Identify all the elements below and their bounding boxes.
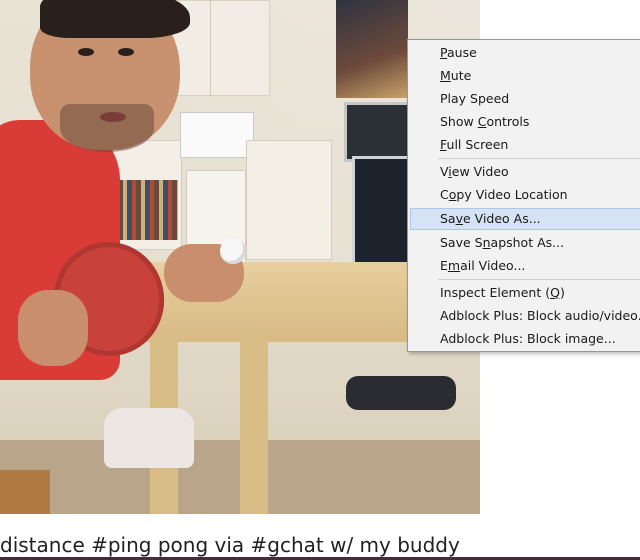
menu-item-play-speed[interactable]: Play Speed bbox=[410, 88, 640, 110]
menu-item-adblock-block-audio-video[interactable]: Adblock Plus: Block audio/video... bbox=[410, 305, 640, 327]
menu-item-mute[interactable]: Mute bbox=[410, 65, 640, 87]
menu-label: ew Video bbox=[451, 164, 509, 179]
menu-item-save-video-as[interactable]: Save Video As... bbox=[410, 208, 640, 230]
menu-item-save-snapshot-as[interactable]: Save Snapshot As... bbox=[410, 232, 640, 254]
menu-item-copy-video-location[interactable]: Copy Video Location bbox=[410, 184, 640, 206]
person-eye bbox=[78, 48, 94, 56]
person-hair bbox=[40, 0, 190, 38]
cardboard-box bbox=[0, 470, 50, 514]
menu-label: apshot As... bbox=[490, 235, 565, 250]
menu-item-adblock-block-image[interactable]: Adblock Plus: Block image... bbox=[410, 328, 640, 350]
menu-item-pause[interactable]: Pause bbox=[410, 42, 640, 64]
menu-item-email-video[interactable]: Email Video... bbox=[410, 255, 640, 277]
accelerator-key: M bbox=[440, 68, 451, 83]
menu-label: Sa bbox=[440, 211, 456, 226]
menu-label: Adblock Plus: Block audio/video... bbox=[440, 308, 640, 323]
accelerator-key: v bbox=[455, 211, 464, 226]
person-left-hand bbox=[18, 290, 88, 366]
menu-label: ause bbox=[446, 45, 477, 60]
menu-item-show-controls[interactable]: Show Controls bbox=[410, 111, 640, 133]
context-menu: Pause Mute Play Speed Show Controls Full… bbox=[407, 39, 640, 352]
desk-shelf bbox=[246, 140, 332, 260]
menu-label: Show bbox=[440, 114, 478, 129]
menu-label: ontrols bbox=[486, 114, 530, 129]
video-caption: distance #ping pong via #gchat w/ my bud… bbox=[0, 533, 460, 557]
menu-label: C bbox=[440, 187, 449, 202]
menu-label: Save S bbox=[440, 235, 483, 250]
table-leg bbox=[240, 330, 268, 514]
accelerator-key: m bbox=[447, 258, 461, 273]
menu-item-view-video[interactable]: View Video bbox=[410, 161, 640, 183]
laptop-screen bbox=[352, 156, 412, 276]
accelerator-key: Q bbox=[550, 285, 560, 300]
cabinet-door-line bbox=[210, 0, 211, 96]
person-beard bbox=[60, 104, 154, 152]
menu-label: ail Video... bbox=[460, 258, 526, 273]
menu-label: ) bbox=[559, 285, 565, 300]
menu-item-inspect-element[interactable]: Inspect Element (Q) bbox=[410, 282, 640, 304]
microwave bbox=[180, 112, 254, 158]
office-chair bbox=[346, 376, 456, 410]
monitor bbox=[344, 102, 410, 162]
menu-label: ute bbox=[450, 68, 472, 83]
menu-label: Play Speed bbox=[440, 91, 510, 106]
menu-item-full-screen[interactable]: Full Screen bbox=[410, 134, 640, 156]
menu-label: Inspect Element ( bbox=[440, 285, 551, 300]
menu-separator bbox=[438, 279, 640, 280]
wall-poster bbox=[336, 0, 408, 98]
bag bbox=[104, 408, 194, 468]
accelerator-key: n bbox=[482, 235, 491, 250]
books bbox=[118, 180, 178, 240]
ping-pong-ball bbox=[220, 238, 246, 264]
menu-separator bbox=[438, 158, 640, 159]
person-eye bbox=[118, 48, 134, 56]
menu-label: py Video Location bbox=[456, 187, 568, 202]
accelerator-key: P bbox=[440, 45, 447, 60]
menu-label: e Video As... bbox=[463, 211, 541, 226]
person-mouth bbox=[100, 112, 126, 122]
menu-label: Adblock Plus: Block image... bbox=[440, 331, 616, 346]
menu-label: E bbox=[440, 258, 448, 273]
menu-label: ull Screen bbox=[446, 137, 509, 152]
